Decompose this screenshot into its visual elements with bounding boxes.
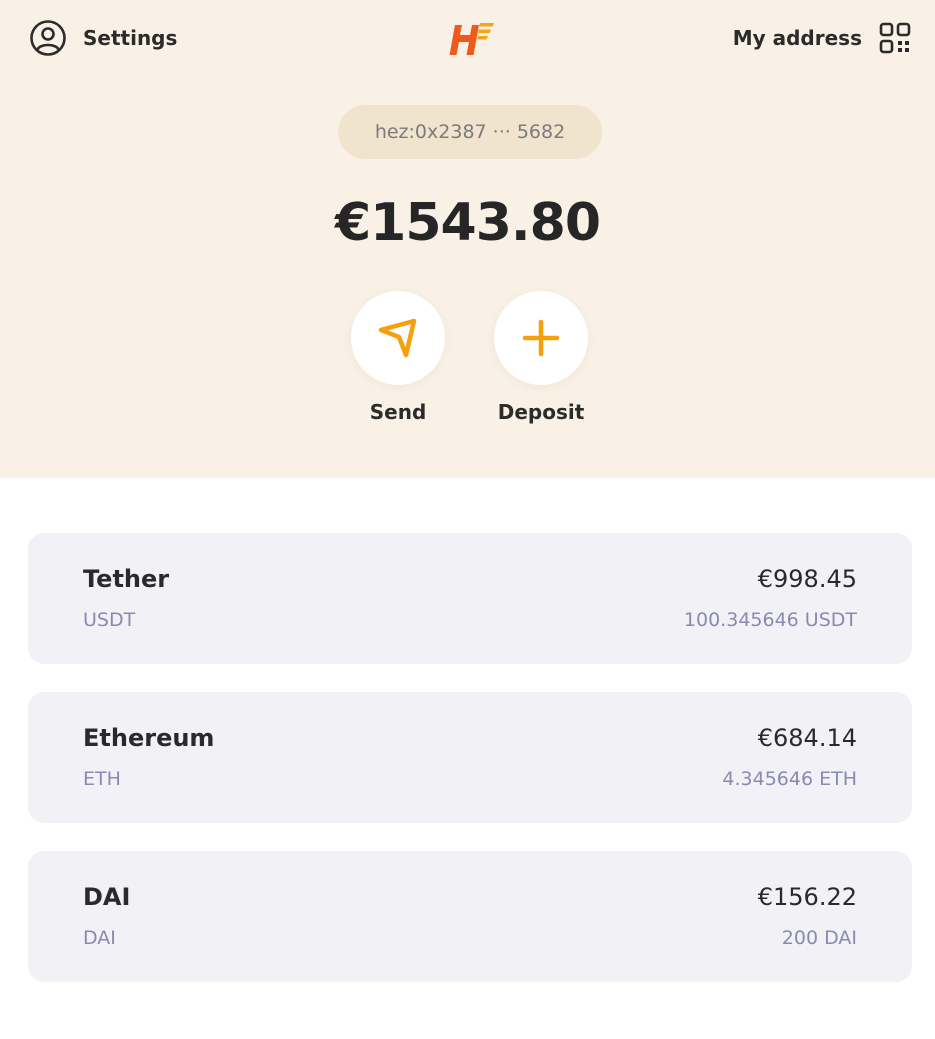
user-circle-icon [30, 20, 66, 56]
deposit-button-circle[interactable] [494, 291, 588, 385]
send-label: Send [369, 400, 427, 424]
send-button-circle[interactable] [351, 291, 445, 385]
token-symbol: USDT [83, 609, 136, 631]
send-arrow-icon [378, 318, 417, 358]
token-amount: 100.345646 USDT [683, 609, 857, 631]
my-address-label: My address [732, 26, 862, 50]
settings-button[interactable]: Settings [29, 19, 177, 57]
deposit-label: Deposit [497, 400, 585, 424]
token-name: Tether [83, 565, 170, 593]
account-header: Settings My address hez:0x2387 ··· 5682 … [0, 0, 935, 478]
settings-label: Settings [83, 26, 178, 50]
token-row-dai[interactable]: DAI DAI €156.22 200 DAI [28, 851, 912, 982]
token-fiat-value: €998.45 [757, 565, 857, 593]
token-row-ethereum[interactable]: Ethereum ETH €684.14 4.345646 ETH [28, 692, 912, 823]
token-list: Tether USDT €998.45 100.345646 USDT Ethe… [28, 533, 912, 1010]
plus-icon [522, 319, 560, 357]
token-row-tether[interactable]: Tether USDT €998.45 100.345646 USDT [28, 533, 912, 664]
token-symbol: DAI [83, 927, 116, 949]
qr-code-icon [879, 22, 911, 54]
token-symbol: ETH [83, 768, 121, 790]
token-fiat-value: €156.22 [757, 883, 857, 911]
hermez-logo [449, 23, 494, 55]
my-address-button[interactable]: My address [733, 19, 911, 57]
hez-address-pill[interactable]: hez:0x2387 ··· 5682 [338, 105, 602, 159]
send-button[interactable]: Send [323, 291, 473, 424]
token-amount: 200 DAI [781, 927, 857, 949]
token-name: DAI [83, 883, 131, 911]
total-balance: €1543.80 [334, 193, 601, 253]
token-fiat-value: €684.14 [757, 724, 857, 752]
deposit-button[interactable]: Deposit [466, 291, 616, 424]
hez-address-text: hez:0x2387 ··· 5682 [374, 121, 566, 143]
token-amount: 4.345646 ETH [722, 768, 857, 790]
token-name: Ethereum [83, 724, 215, 752]
